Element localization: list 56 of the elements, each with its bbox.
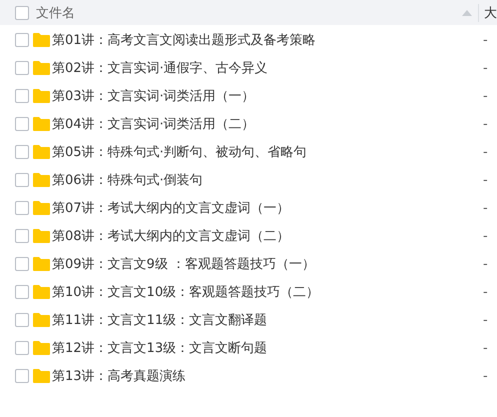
folder-icon bbox=[33, 257, 50, 271]
file-name[interactable]: 第09讲：文言文9级 ：客观题答题技巧（一） bbox=[52, 255, 483, 273]
file-size: - bbox=[483, 284, 489, 300]
folder-icon bbox=[33, 229, 50, 243]
file-size: - bbox=[483, 116, 489, 132]
file-size: - bbox=[483, 60, 489, 76]
row-checkbox[interactable] bbox=[15, 369, 29, 383]
select-all-checkbox[interactable] bbox=[15, 6, 29, 20]
file-name[interactable]: 第05讲：特殊句式·判断句、被动句、省略句 bbox=[52, 143, 483, 161]
row-checkbox[interactable] bbox=[15, 117, 29, 131]
folder-icon bbox=[33, 313, 50, 327]
row-checkbox[interactable] bbox=[15, 89, 29, 103]
folder-icon bbox=[33, 145, 50, 159]
file-size: - bbox=[483, 200, 489, 216]
file-name[interactable]: 第04讲：文言实词·词类活用（二） bbox=[52, 115, 483, 133]
column-header[interactable]: 文件名 bbox=[36, 4, 462, 22]
file-size: - bbox=[483, 32, 489, 48]
file-size: - bbox=[483, 172, 489, 188]
row-checkbox[interactable] bbox=[15, 257, 29, 271]
file-name[interactable]: 第13讲：高考真题演练 bbox=[52, 367, 483, 385]
folder-icon bbox=[33, 285, 50, 299]
file-name[interactable]: 第10讲：文言文10级：客观题答题技巧（二） bbox=[52, 283, 483, 301]
row-checkbox[interactable] bbox=[15, 313, 29, 327]
file-name[interactable]: 第11讲：文言文11级：文言文翻译题 bbox=[52, 311, 483, 329]
file-size: - bbox=[483, 228, 489, 244]
file-name[interactable]: 第01讲：高考文言文阅读出题形式及备考策略 bbox=[52, 31, 483, 49]
row-checkbox[interactable] bbox=[15, 285, 29, 299]
row-checkbox[interactable] bbox=[15, 61, 29, 75]
row-checkbox[interactable] bbox=[15, 173, 29, 187]
row-checkbox[interactable] bbox=[15, 201, 29, 215]
file-size: - bbox=[483, 340, 489, 356]
file-size: - bbox=[483, 256, 489, 272]
file-size: - bbox=[483, 88, 489, 104]
row-checkbox[interactable] bbox=[15, 33, 29, 47]
file-name[interactable]: 第12讲：文言文13级：文言文断句题 bbox=[52, 339, 483, 357]
folder-icon bbox=[33, 369, 50, 383]
file-name[interactable]: 第07讲：考试大纲内的文言文虚词（一） bbox=[52, 199, 483, 217]
row-checkbox[interactable] bbox=[15, 145, 29, 159]
row-checkbox[interactable] bbox=[15, 341, 29, 355]
file-size: - bbox=[483, 368, 489, 384]
file-name[interactable]: 第02讲：文言实词·通假字、古今异义 bbox=[52, 59, 483, 77]
folder-icon bbox=[33, 201, 50, 215]
file-name[interactable]: 第06讲：特殊句式·倒装句 bbox=[52, 171, 483, 189]
folder-icon bbox=[33, 89, 50, 103]
file-name[interactable]: 第03讲：文言实词·词类活用（一） bbox=[52, 87, 483, 105]
file-size: - bbox=[483, 312, 489, 328]
file-name[interactable]: 第08讲：考试大纲内的文言文虚词（二） bbox=[52, 227, 483, 245]
folder-icon bbox=[33, 117, 50, 131]
folder-icon bbox=[33, 33, 50, 47]
folder-icon bbox=[33, 61, 50, 75]
file-size: - bbox=[483, 144, 489, 160]
folder-icon bbox=[33, 173, 50, 187]
column-header[interactable]: 大 bbox=[484, 4, 497, 22]
row-checkbox[interactable] bbox=[15, 229, 29, 243]
folder-icon bbox=[33, 341, 50, 355]
sort-arrow-icon[interactable] bbox=[462, 10, 472, 16]
